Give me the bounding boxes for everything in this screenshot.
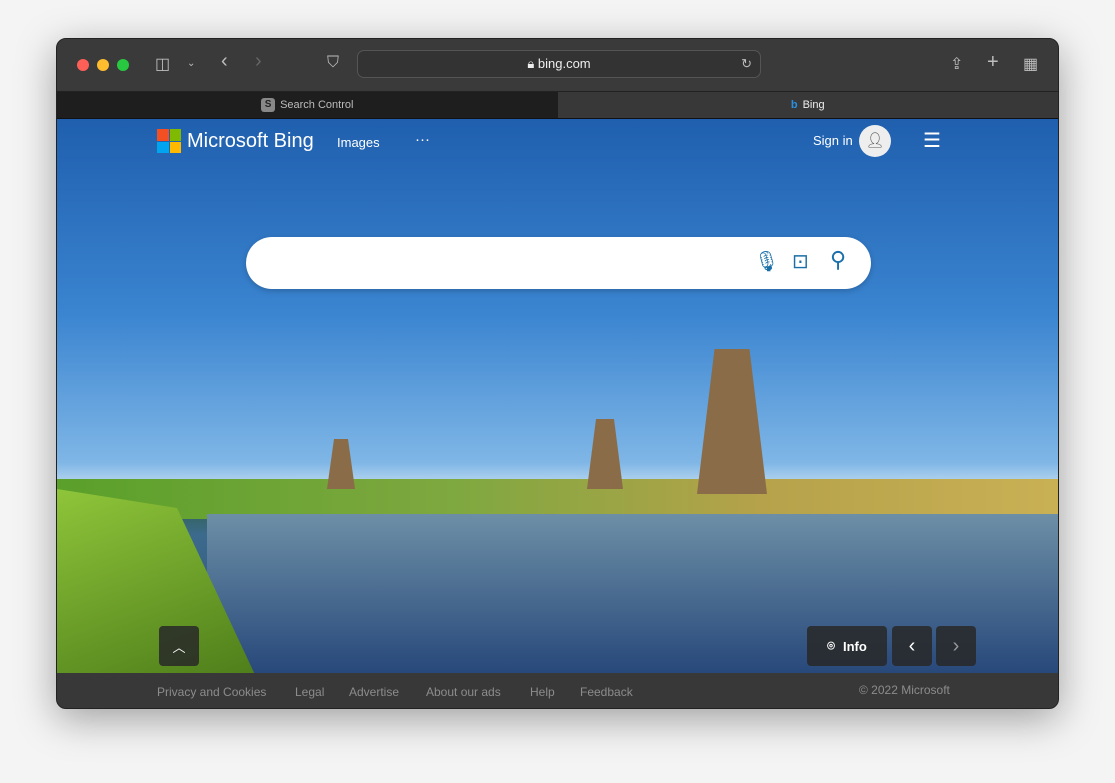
footer: Privacy and Cookies Legal Advertise Abou… bbox=[57, 673, 1058, 708]
search-input[interactable] bbox=[270, 249, 740, 277]
footer-link-about-ads[interactable]: About our ads bbox=[426, 685, 501, 699]
footer-link-legal[interactable]: Legal bbox=[295, 685, 324, 699]
reload-icon[interactable]: ↻ bbox=[741, 51, 752, 77]
bing-favicon-icon: b bbox=[790, 99, 798, 111]
browser-window: ◫ ⌄ ‹ › ⛉ 🔒︎ bing.com ↻ ⇪ + ▦ S Search Con… bbox=[56, 38, 1059, 709]
microphone-icon[interactable]: 🎙︎ bbox=[754, 249, 779, 274]
info-label: Info bbox=[842, 638, 867, 654]
footer-link-advertise[interactable]: Advertise bbox=[349, 685, 399, 699]
tab-bar: S Search Control b Bing bbox=[57, 91, 1058, 119]
lock-icon: 🔒︎ bbox=[527, 56, 538, 71]
next-image-button[interactable]: › bbox=[936, 626, 976, 666]
windmill-image bbox=[587, 419, 623, 489]
chevron-left-icon: ‹ bbox=[908, 634, 916, 657]
location-pin-icon: ⌾ bbox=[827, 638, 835, 653]
windmill-image bbox=[697, 349, 767, 494]
windmill-image bbox=[327, 439, 355, 489]
zoom-window-button[interactable] bbox=[117, 59, 129, 71]
back-icon[interactable]: ‹ bbox=[221, 50, 228, 73]
tab-label: Search Control bbox=[280, 99, 354, 111]
tab-label: Bing bbox=[802, 99, 825, 111]
background-landscape bbox=[57, 479, 1058, 519]
chevron-down-icon[interactable]: ⌄ bbox=[187, 58, 195, 69]
previous-image-button[interactable]: ‹ bbox=[892, 626, 932, 666]
bing-logo[interactable]: Microsoft Bing bbox=[157, 129, 314, 153]
chevron-right-icon: › bbox=[952, 634, 960, 657]
tab-overview-icon[interactable]: ▦ bbox=[1023, 54, 1038, 74]
copyright: © 2022 Microsoft bbox=[859, 683, 950, 697]
visual-search-icon[interactable]: ⊡ bbox=[792, 249, 809, 274]
info-button[interactable]: ⌾ Info bbox=[807, 626, 887, 666]
browser-toolbar: ◫ ⌄ ‹ › ⛉ 🔒︎ bing.com ↻ ⇪ + ▦ bbox=[57, 39, 1058, 91]
new-tab-icon[interactable]: + bbox=[987, 51, 999, 74]
chevron-up-icon: ︿ bbox=[172, 639, 186, 655]
bing-homepage: Microsoft Bing Images ··· Sign in 👤︎ ☰ 🎙… bbox=[57, 119, 1058, 673]
url-text: bing.com bbox=[537, 56, 591, 71]
footer-link-feedback[interactable]: Feedback bbox=[580, 685, 633, 699]
hamburger-menu-icon[interactable]: ☰ bbox=[923, 131, 943, 151]
scroll-up-button[interactable]: ︿ bbox=[159, 626, 199, 666]
close-window-button[interactable] bbox=[77, 59, 89, 71]
address-bar[interactable]: 🔒︎ bing.com ↻ bbox=[357, 50, 761, 78]
user-avatar-icon[interactable]: 👤︎ bbox=[859, 125, 891, 157]
search-box: 🎙︎ ⊡ ⚲ bbox=[246, 237, 871, 289]
sidebar-icon[interactable]: ◫ bbox=[155, 54, 170, 74]
footer-link-help[interactable]: Help bbox=[530, 685, 555, 699]
brand-name: Microsoft Bing bbox=[187, 129, 314, 152]
microsoft-logo-icon bbox=[157, 129, 181, 153]
minimize-window-button[interactable] bbox=[97, 59, 109, 71]
sign-in-link[interactable]: Sign in bbox=[813, 133, 853, 148]
forward-icon[interactable]: › bbox=[255, 50, 262, 73]
more-menu-button[interactable]: ··· bbox=[415, 131, 430, 148]
shield-icon[interactable]: ⛉ bbox=[327, 54, 339, 72]
tab-bing[interactable]: b Bing bbox=[557, 92, 1058, 118]
favicon: S bbox=[261, 98, 276, 112]
tab-search-control[interactable]: S Search Control bbox=[57, 92, 558, 118]
nav-images[interactable]: Images bbox=[337, 135, 380, 150]
share-icon[interactable]: ⇪ bbox=[950, 54, 963, 74]
footer-link-privacy[interactable]: Privacy and Cookies bbox=[157, 685, 266, 699]
search-icon[interactable]: ⚲ bbox=[830, 247, 846, 273]
